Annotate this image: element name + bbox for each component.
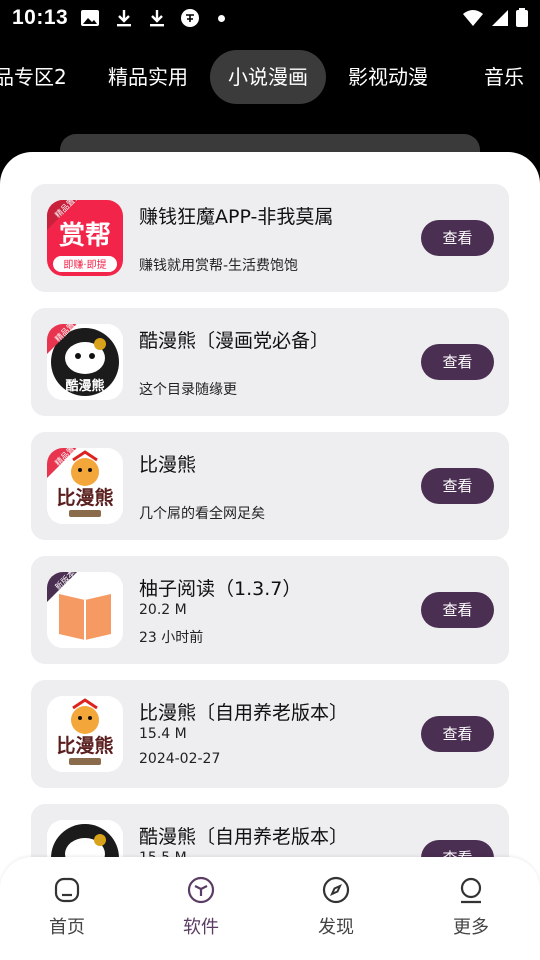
tab-film-anime[interactable]: 影视动漫: [348, 50, 428, 104]
view-button[interactable]: 查看: [421, 592, 494, 628]
app-card[interactable]: 比漫熊 比漫熊〔自用养老版本〕 15.4 M 2024-02-27 查看: [31, 680, 509, 788]
view-button[interactable]: 查看: [421, 716, 494, 752]
tab-utilities[interactable]: 精品实用: [108, 50, 188, 104]
svg-text:比漫熊: 比漫熊: [56, 486, 113, 509]
download-icon: [150, 10, 164, 27]
shangbang-app-icon: 赏帮 即赚·即提 精品置顶: [47, 200, 123, 276]
nav-home[interactable]: 首页: [27, 875, 107, 939]
app-card[interactable]: 赏帮 即赚·即提 精品置顶 赚钱狂魔APP-非我莫属 赚钱就用赏帮-生活费饱饱 …: [31, 184, 509, 292]
nav-label: 软件: [183, 917, 219, 938]
nav-software[interactable]: 软件: [161, 875, 241, 939]
app-updated-time: 23 小时前: [139, 630, 204, 646]
app-name: 比漫熊〔自用养老版本〕: [139, 702, 349, 724]
app-card[interactable]: 酷漫熊 精品置顶 酷漫熊〔漫画党必备〕 这个目录随缘更 查看: [31, 308, 509, 416]
tab-novel-comics[interactable]: 小说漫画: [210, 50, 326, 104]
app-name: 比漫熊: [139, 454, 197, 476]
gallery-icon: [81, 10, 99, 26]
app-card[interactable]: 新版本 柚子阅读（1.3.7） 20.2 M 23 小时前 查看: [31, 556, 509, 664]
wifi-icon: [463, 10, 483, 26]
bimanxiong-app-icon: 比漫熊 精品置顶: [47, 448, 123, 524]
app-card[interactable]: 比漫熊 精品置顶 比漫熊 几个屌的看全网足矣 查看: [31, 432, 509, 540]
app-description: 赚钱就用赏帮-生活费饱饱: [139, 258, 299, 274]
nav-label: 发现: [318, 917, 354, 938]
svg-text:酷漫熊: 酷漫熊: [65, 378, 104, 394]
status-bar: 10:13: [0, 0, 540, 36]
download-icon: [117, 10, 131, 27]
battery-icon: [516, 8, 528, 27]
nav-discover[interactable]: 发现: [296, 875, 376, 939]
signal-icon: [492, 10, 508, 26]
app-name: 酷漫熊〔漫画党必备〕: [139, 330, 330, 352]
tab-music[interactable]: 音乐: [484, 50, 524, 104]
app-updated-time: 2024-02-27: [139, 751, 221, 767]
app-size: 15.4 M: [139, 726, 187, 742]
svg-text:赏帮: 赏帮: [59, 221, 111, 251]
home-icon: [54, 877, 80, 903]
status-time: 10:13: [12, 6, 69, 29]
app-description: 几个屌的看全网足矣: [139, 506, 265, 522]
view-button[interactable]: 查看: [421, 468, 494, 504]
view-button[interactable]: 查看: [421, 344, 494, 380]
compass-icon: [322, 876, 350, 904]
book-app-icon: 新版本: [47, 572, 123, 648]
bottom-navigation: 首页 软件 发现 更多: [0, 857, 540, 960]
app-size: 20.2 M: [139, 602, 187, 618]
zhihu-icon: [181, 9, 199, 27]
cube-icon: [187, 876, 215, 904]
bimanxiong-app-icon: 比漫熊: [47, 696, 123, 772]
app-list-sheet: 赏帮 即赚·即提 精品置顶 赚钱狂魔APP-非我莫属 赚钱就用赏帮-生活费饱饱 …: [0, 152, 540, 960]
nav-more[interactable]: 更多: [431, 875, 511, 939]
person-icon: [460, 877, 482, 904]
nav-label: 首页: [49, 917, 85, 938]
category-tabs: 品专区2 精品实用 小说漫画 影视动漫 音乐: [0, 50, 540, 106]
app-name: 赚钱狂魔APP-非我莫属: [139, 206, 334, 228]
svg-text:比漫熊: 比漫熊: [56, 734, 113, 757]
tab-category-2[interactable]: 品专区2: [0, 50, 67, 104]
svg-text:即赚·即提: 即赚·即提: [63, 258, 106, 271]
view-button[interactable]: 查看: [421, 220, 494, 256]
app-name: 酷漫熊〔自用养老版本〕: [139, 826, 349, 848]
nav-label: 更多: [453, 917, 489, 938]
notification-dot-icon: [218, 15, 225, 22]
app-description: 这个目录随缘更: [139, 382, 237, 398]
kumanxiong-app-icon: 酷漫熊 精品置顶: [47, 324, 123, 400]
app-name: 柚子阅读（1.3.7）: [139, 578, 302, 600]
